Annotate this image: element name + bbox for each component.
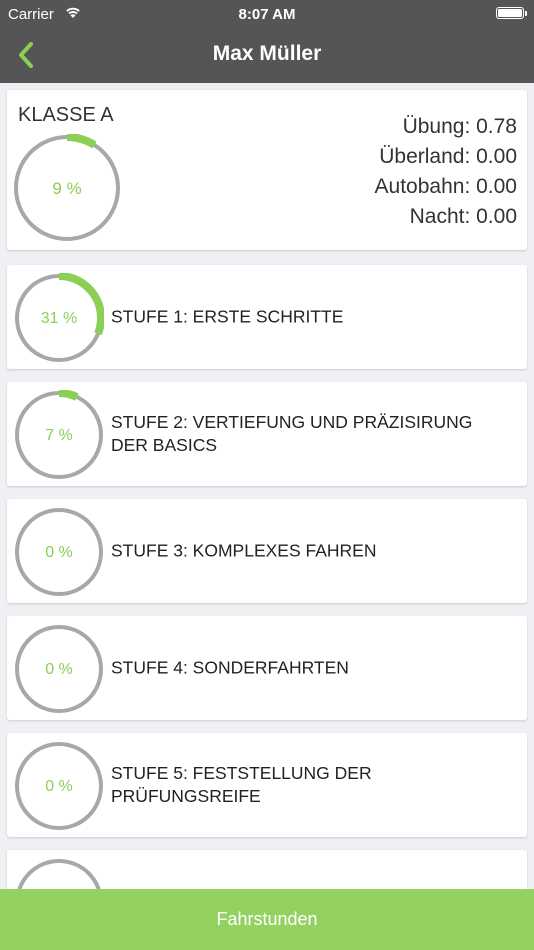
navigation-bar: Max Müller	[0, 28, 534, 83]
progress-ring: 0 %	[15, 508, 103, 596]
progress-ring	[17, 859, 101, 889]
progress-label: 0 %	[45, 778, 73, 795]
summary-stats: Übung: 0.78 Überland: 0.00 Autobahn: 0.0…	[375, 112, 517, 232]
page-title: Max Müller	[212, 42, 322, 65]
stage-card-4[interactable]: 0 % STUFE 4: SONDERFAHRTEN	[7, 616, 527, 720]
progress-label: 31 %	[41, 310, 77, 327]
progress-ring: 0 %	[15, 742, 103, 830]
stat-autobahn: Autobahn: 0.00	[374, 175, 517, 198]
progress-label: 7 %	[45, 427, 73, 444]
stage-title: STUFE 5: FESTSTELLUNG DER PRÜFUNGSREIFE	[111, 763, 372, 806]
class-label: KLASSE A	[18, 104, 114, 126]
progress-ring: 9 %	[13, 134, 121, 242]
stage-title: STUFE 2: VERTIEFUNG UND PRÄZISIRUNG DER …	[111, 412, 473, 455]
stat-uebung: Übung: 0.78	[402, 115, 517, 138]
status-bar: Carrier 8:07 AM	[0, 0, 534, 28]
progress-ring: 31 %	[14, 273, 104, 363]
stat-nacht: Nacht: 0.00	[409, 205, 517, 228]
progress-label: 9 %	[52, 179, 81, 198]
battery-icon	[496, 7, 527, 19]
progress-label: 0 %	[45, 661, 73, 678]
progress-ring: 7 %	[14, 390, 104, 480]
stage-title: STUFE 1: ERSTE SCHRITTE	[111, 306, 344, 327]
stat-ueberland: Überland: 0.00	[379, 145, 517, 168]
progress-ring: 0 %	[15, 625, 103, 713]
fahrstunden-button[interactable]: Fahrstunden	[0, 889, 534, 950]
stage-card-1[interactable]: 31 % STUFE 1: ERSTE SCHRITTE	[7, 265, 527, 369]
stage-card-6[interactable]	[7, 850, 527, 889]
stage-title: STUFE 4: SONDERFAHRTEN	[111, 657, 349, 678]
stage-card-3[interactable]: 0 % STUFE 3: KOMPLEXES FAHREN	[7, 499, 527, 603]
stage-card-5[interactable]: 0 % STUFE 5: FESTSTELLUNG DER PRÜFUNGSRE…	[7, 733, 527, 837]
status-time: 8:07 AM	[238, 6, 296, 23]
content-scroll[interactable]: KLASSE A 9 % Übung: 0.78 Überland: 0.00 …	[0, 83, 534, 889]
stage-card-2[interactable]: 7 % STUFE 2: VERTIEFUNG UND PRÄZISIRUNG …	[7, 382, 527, 486]
class-summary-card: KLASSE A 9 % Übung: 0.78 Überland: 0.00 …	[7, 90, 527, 250]
stage-title: STUFE 3: KOMPLEXES FAHREN	[111, 540, 377, 561]
progress-label: 0 %	[45, 544, 73, 561]
